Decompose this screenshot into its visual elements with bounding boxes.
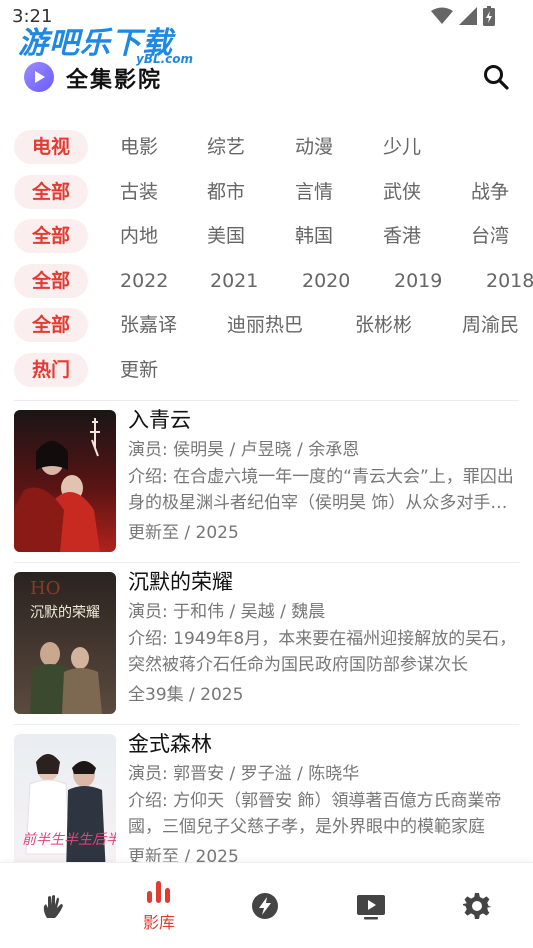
wifi-icon [431, 7, 453, 24]
filter-chip[interactable]: 内地 [120, 219, 158, 253]
signal-icon [459, 7, 477, 25]
nav-item-home[interactable] [0, 863, 106, 948]
poster-title: 前半生半生后半生 [22, 832, 116, 848]
poster-title: 沉默的荣耀 [30, 605, 100, 621]
item-actors: 演员: 郭晋安 / 罗子溢 / 陈晓华 [128, 764, 360, 784]
filter-chip[interactable]: 2018 [486, 264, 533, 298]
filter-chip[interactable]: 战争 [471, 175, 509, 209]
item-intro: 介绍: 在合虚六境一年一度的“青云大会”上，罪囚出身的极星渊斗者纪伯宰（侯明昊 … [128, 467, 514, 513]
filter-chip[interactable]: 台湾 [471, 219, 509, 253]
filter-chip[interactable]: 周渝民 [462, 308, 519, 342]
filter-chip-active[interactable]: 电视 [14, 130, 88, 164]
nav-item-videos[interactable] [318, 863, 424, 948]
filter-chip[interactable]: 张嘉译 [120, 308, 177, 342]
hand-icon [43, 895, 63, 918]
battery-icon [483, 6, 495, 26]
item-meta: 全39集 / 2025 [128, 685, 244, 705]
chart-bars-icon [147, 881, 170, 903]
filter-chip-active[interactable]: 全部 [14, 219, 88, 254]
item-meta: 更新至 / 2025 [128, 847, 239, 862]
filter-chip[interactable]: 更新 [120, 353, 158, 387]
filter-chip[interactable]: 电影 [120, 130, 158, 164]
filter-chip[interactable]: 迪丽热巴 [227, 308, 303, 342]
filter-chip[interactable]: 武侠 [383, 175, 421, 209]
svg-text:HO: HO [30, 578, 60, 599]
nav-item-hot[interactable] [212, 863, 318, 948]
filter-chip[interactable]: 2020 [302, 264, 350, 298]
item-info: 入青云 演员: 侯明昊 / 卢昱晓 / 余承恩 介绍: 在合虚六境一年一度的“青… [128, 404, 519, 550]
filter-chip-active[interactable]: 全部 [14, 174, 88, 209]
poster-image [14, 410, 116, 552]
filter-chip[interactable]: 言情 [295, 175, 333, 209]
item-info: 金式森林 演员: 郭晋安 / 罗子溢 / 陈晓华 介绍: 方仰天（郭晉安 飾）領… [128, 728, 519, 862]
app-title: 全集影院 [66, 67, 163, 93]
bottom-nav: 影库 [0, 862, 533, 948]
item-title: 金式森林 [128, 732, 212, 756]
filter-chip[interactable]: 韩国 [295, 219, 333, 253]
item-intro: 介绍: 方仰天（郭晉安 飾）領導著百億方氏商業帝國，三個兒子父慈子孝，是外界眼中… [128, 791, 502, 837]
gear-icon [463, 893, 491, 919]
filter-chip-active[interactable]: 热门 [14, 352, 88, 387]
filter-chip[interactable]: 2019 [394, 264, 442, 298]
search-button[interactable] [479, 60, 513, 94]
play-logo-icon [24, 62, 54, 92]
filter-row-genre: 全部 古装 都市 言情 武侠 战争 [0, 170, 533, 215]
item-info: 沉默的荣耀 演员: 于和伟 / 吴越 / 魏晨 介绍: 1949年8月，本来要在… [128, 566, 519, 712]
filter-row-year: 全部 2022 2021 2020 2019 2018 [0, 259, 533, 304]
lightning-icon [252, 893, 278, 919]
poster-image: HO 沉默的荣耀 [14, 572, 116, 714]
filter-chip[interactable]: 2022 [120, 264, 168, 298]
filter-row-region: 全部 内地 美国 韩国 香港 台湾 [0, 214, 533, 259]
video-list-icon [357, 895, 385, 920]
item-actors: 演员: 于和伟 / 吴越 / 魏晨 [128, 602, 326, 622]
poster-image: 前半生半生后半生 [14, 734, 116, 862]
filter-chip[interactable]: 少儿 [383, 130, 421, 164]
item-actors: 演员: 侯明昊 / 卢昱晓 / 余承恩 [128, 440, 360, 460]
filter-chip-active[interactable]: 全部 [14, 263, 88, 298]
filter-row-actor: 全部 张嘉译 迪丽热巴 张彬彬 周渝民 [0, 303, 533, 348]
list-item[interactable]: 入青云 演员: 侯明昊 / 卢昱晓 / 余承恩 介绍: 在合虚六境一年一度的“青… [0, 400, 533, 562]
search-icon [484, 65, 509, 90]
video-list: 入青云 演员: 侯明昊 / 卢昱晓 / 余承恩 介绍: 在合虚六境一年一度的“青… [0, 400, 533, 862]
nav-item-library[interactable]: 影库 [106, 863, 212, 948]
filter-chip[interactable]: 都市 [207, 175, 245, 209]
item-title: 沉默的荣耀 [128, 570, 233, 594]
status-icons [431, 6, 495, 26]
list-item[interactable]: HO 沉默的荣耀 沉默的荣耀 演员: 于和伟 / 吴越 / 魏晨 介绍: 194… [0, 562, 533, 724]
filter-row-type: 电视 电影 综艺 动漫 少儿 [0, 125, 533, 170]
list-item[interactable]: 前半生半生后半生 金式森林 演员: 郭晋安 / 罗子溢 / 陈晓华 介绍: 方仰… [0, 724, 533, 862]
nav-item-settings[interactable] [424, 863, 530, 948]
item-title: 入青云 [128, 408, 191, 432]
item-meta: 更新至 / 2025 [128, 523, 239, 543]
item-intro: 介绍: 1949年8月，本来要在福州迎接解放的吴石，突然被蒋介石任命为国民政府国… [128, 629, 517, 675]
app-header: 全集影院 [0, 56, 533, 100]
filter-chip[interactable]: 动漫 [295, 130, 333, 164]
filter-chip-active[interactable]: 全部 [14, 308, 88, 343]
filter-chip[interactable]: 香港 [383, 219, 421, 253]
filter-panel: 电视 电影 综艺 动漫 少儿 全部 古装 都市 言情 武侠 战争 全部 内地 美… [0, 125, 533, 393]
nav-label-library: 影库 [142, 913, 175, 932]
filter-chip[interactable]: 美国 [207, 219, 245, 253]
filter-row-sort: 热门 更新 [0, 348, 533, 393]
filter-chip[interactable]: 张彬彬 [355, 308, 412, 342]
filter-chip[interactable]: 古装 [120, 175, 158, 209]
filter-chip[interactable]: 综艺 [207, 130, 245, 164]
filter-chip[interactable]: 2021 [210, 264, 258, 298]
